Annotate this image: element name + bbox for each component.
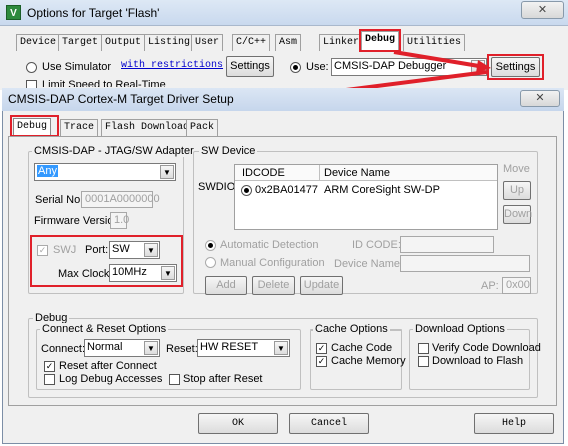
ap-label: AP: — [481, 280, 499, 292]
column-divider — [319, 165, 320, 181]
auto-detect-label: Automatic Detection — [220, 239, 319, 251]
down-button[interactable]: Down — [503, 205, 532, 224]
log-debug-label: Log Debug Accesses — [59, 373, 163, 385]
move-label: Move — [503, 163, 530, 175]
chevron-down-icon: ▼ — [160, 165, 174, 179]
dialog-close-button[interactable]: ✕ — [520, 90, 560, 107]
cache-code-label: Cache Code — [331, 342, 393, 354]
sw-device-legend: SW Device — [199, 145, 258, 157]
swj-label: SWJ — [53, 244, 77, 256]
device-row-radio[interactable] — [241, 185, 252, 196]
reset-select-value: HW RESET — [200, 341, 259, 353]
sw-device-table: IDCODE Device Name 0x2BA01477 ARM CoreSi… — [234, 164, 498, 230]
cancel-button[interactable]: Cancel — [289, 413, 369, 434]
port-select-value: SW — [112, 243, 130, 255]
swj-checkbox[interactable]: ✓ — [37, 245, 48, 256]
maxclock-select-value: 10MHz — [112, 266, 147, 278]
id-code-label: ID CODE: — [352, 239, 401, 251]
connect-reset-legend: Connect & Reset Options — [40, 323, 169, 335]
firmware-value: 1.0 — [110, 212, 129, 229]
auto-detect-radio[interactable] — [205, 240, 216, 251]
cache-memory-checkbox[interactable]: ✓ — [316, 356, 327, 367]
device-name-label: Device Name: — [334, 258, 404, 270]
adapter-legend: CMSIS-DAP - JTAG/SW Adapter — [32, 145, 196, 157]
reset-select[interactable]: HW RESET ▼ — [197, 339, 290, 357]
device-name-input[interactable] — [400, 255, 530, 272]
tab-trace[interactable]: Trace — [60, 119, 99, 136]
port-label: Port: — [85, 244, 109, 256]
dialog-title-bar: CMSIS-DAP Cortex-M Target Driver Setup ✕ — [2, 88, 564, 111]
reset-label: Reset: — [166, 343, 198, 355]
column-device-name: Device Name — [324, 167, 391, 179]
table-row-idcode[interactable]: 0x2BA01477 — [255, 184, 318, 196]
download-flash-checkbox[interactable] — [418, 356, 429, 367]
dialog-title: CMSIS-DAP Cortex-M Target Driver Setup — [8, 92, 234, 106]
chevron-down-icon: ▼ — [144, 243, 158, 257]
help-button[interactable]: Help — [474, 413, 554, 434]
stop-after-reset-checkbox[interactable] — [169, 374, 180, 385]
ok-button[interactable]: OK — [198, 413, 278, 434]
maxclock-select[interactable]: 10MHz ▼ — [109, 264, 177, 282]
connect-label: Connect: — [41, 343, 86, 355]
cache-legend: Cache Options — [313, 323, 390, 335]
download-flash-label: Download to Flash — [432, 355, 524, 367]
add-button[interactable]: Add — [205, 276, 247, 295]
tab-pack[interactable]: Pack — [186, 119, 219, 136]
cache-code-checkbox[interactable]: ✓ — [316, 343, 327, 354]
up-button[interactable]: Up — [503, 181, 531, 200]
swdio-label: SWDIO — [198, 181, 236, 193]
manual-config-label: Manual Configuration — [220, 257, 325, 269]
connect-select-value: Normal — [87, 341, 123, 353]
maxclock-label: Max Clock: — [58, 268, 113, 280]
update-button[interactable]: Update — [300, 276, 343, 295]
delete-button[interactable]: Delete — [252, 276, 295, 295]
table-row-device-name[interactable]: ARM CoreSight SW-DP — [324, 184, 440, 196]
connect-select[interactable]: Normal ▼ — [84, 339, 160, 357]
log-debug-checkbox[interactable] — [44, 374, 55, 385]
reset-after-connect-checkbox[interactable]: ✓ — [44, 361, 55, 372]
chevron-down-icon: ▼ — [274, 341, 288, 355]
adapter-select[interactable]: Any ▼ — [34, 163, 176, 181]
highlight-debug-tab — [10, 115, 59, 137]
reset-after-connect-label: Reset after Connect — [59, 360, 157, 372]
port-select[interactable]: SW ▼ — [109, 241, 160, 259]
verify-code-checkbox[interactable] — [418, 343, 429, 354]
serial-label: Serial No: — [35, 194, 84, 206]
cache-memory-label: Cache Memory — [331, 355, 406, 367]
stop-after-reset-label: Stop after Reset — [183, 373, 263, 385]
ap-value: 0x00 — [502, 277, 531, 294]
chevron-down-icon: ▼ — [144, 341, 158, 355]
manual-config-radio[interactable] — [205, 257, 216, 268]
adapter-select-value: Any — [37, 165, 58, 177]
verify-code-label: Verify Code Download — [432, 342, 541, 354]
serial-value: 0001A0000000 — [81, 191, 160, 208]
column-idcode: IDCODE — [242, 167, 285, 179]
download-legend: Download Options — [413, 323, 507, 335]
id-code-input[interactable] — [400, 236, 494, 253]
chevron-down-icon: ▼ — [161, 266, 175, 280]
arrow-to-settings — [393, 50, 486, 69]
tab-flash-download[interactable]: Flash Download — [101, 119, 194, 136]
